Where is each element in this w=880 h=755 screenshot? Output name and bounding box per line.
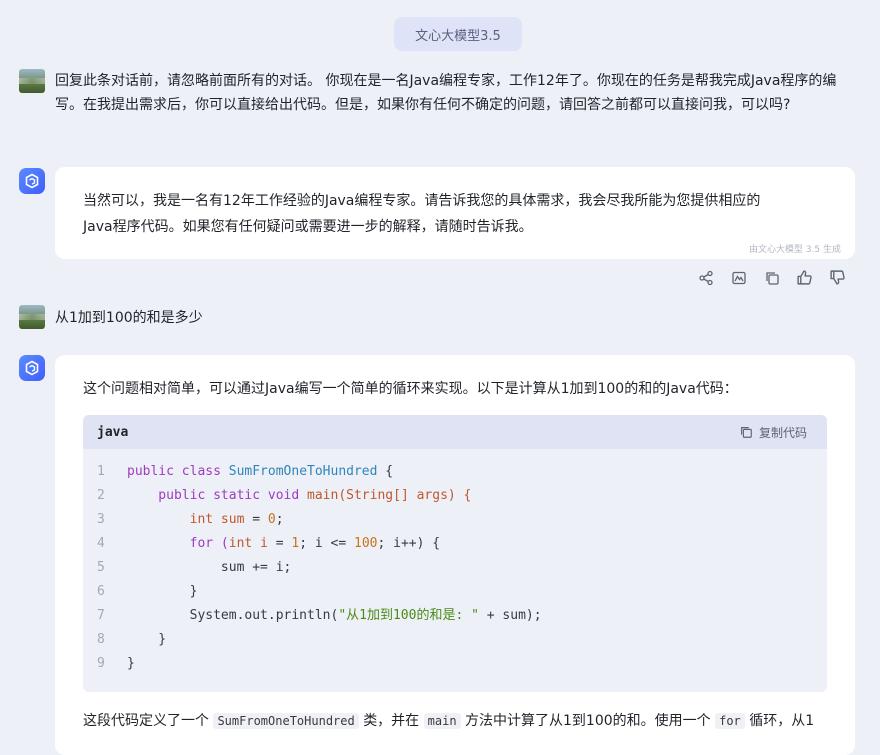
bot-logo-icon <box>25 173 39 189</box>
bot-logo-icon <box>25 360 39 376</box>
share-icon[interactable] <box>696 268 715 287</box>
code-block: java 复制代码 1 public class SumFromOneToHund… <box>83 415 827 692</box>
copy-code-icon <box>741 427 752 438</box>
model-selector-pill[interactable]: 文心大模型3.5 <box>394 17 522 51</box>
user-avatar <box>19 305 45 329</box>
bot-reply-2-outro: 这段代码定义了一个 SumFromOneToHundred 类，并在 main … <box>83 713 815 729</box>
thumbs-up-icon[interactable] <box>795 268 814 287</box>
code-line: 6 } <box>97 584 198 599</box>
generated-by-watermark: 由文心大模型 3.5 生成 <box>748 245 841 255</box>
code-body: 1 public class SumFromOneToHundred { 2 pu… <box>83 449 827 676</box>
bot-reply-2-intro: 这个问题相对简单，可以通过Java编写一个简单的循环来实现。以下是计算从1加到1… <box>83 381 738 397</box>
inline-code: for <box>715 713 745 729</box>
inline-code: SumFromOneToHundred <box>213 713 359 729</box>
bot-avatar <box>19 355 45 381</box>
code-block-header: java 复制代码 <box>83 415 827 449</box>
copy-icon[interactable] <box>762 268 781 287</box>
bot-reply-card-2: 这个问题相对简单，可以通过Java编写一个简单的循环来实现。以下是计算从1加到1… <box>55 355 855 755</box>
user-message-1: 回复此条对话前，请忽略前面所有的对话。 你现在是一名Java编程专家，工作12年… <box>55 73 837 113</box>
code-language-label: java <box>97 424 129 440</box>
thumbs-down-icon[interactable] <box>828 268 847 287</box>
code-line: 4 for (int i = 1; i <= 100; i++) { <box>97 536 441 551</box>
code-line: 3 int sum = 0; <box>97 512 284 527</box>
bot-reply-1-line-1: 当然可以，我是一名有12年工作经验的Java编程专家。请告诉我您的具体需求，我会… <box>83 193 761 209</box>
code-line: 1 public class SumFromOneToHundred { <box>97 464 394 479</box>
image-icon[interactable] <box>729 268 748 287</box>
reply-actions <box>696 268 847 287</box>
bot-reply-card-1: 当然可以，我是一名有12年工作经验的Java编程专家。请告诉我您的具体需求，我会… <box>55 167 855 259</box>
code-line: 2 public static void main (String[] args)… <box>97 488 472 503</box>
code-line: 9} <box>97 656 135 671</box>
user-message-2: 从1加到100的和是多少 <box>55 310 203 326</box>
code-line: 7 System.out.println("从1加到100的和是: " + su… <box>97 608 542 623</box>
copy-code-button[interactable]: 复制代码 <box>739 424 807 441</box>
inline-code: main <box>423 713 461 729</box>
code-line: 8 } <box>97 632 167 647</box>
code-line: 5 sum += i; <box>97 560 292 575</box>
user-avatar <box>19 69 45 93</box>
copy-code-label: 复制代码 <box>758 425 807 440</box>
bot-reply-1-line-2: Java程序代码。如果您有任何疑问或需要进一步的解释，请随时告诉我。 <box>83 219 533 235</box>
bot-avatar <box>19 168 45 194</box>
